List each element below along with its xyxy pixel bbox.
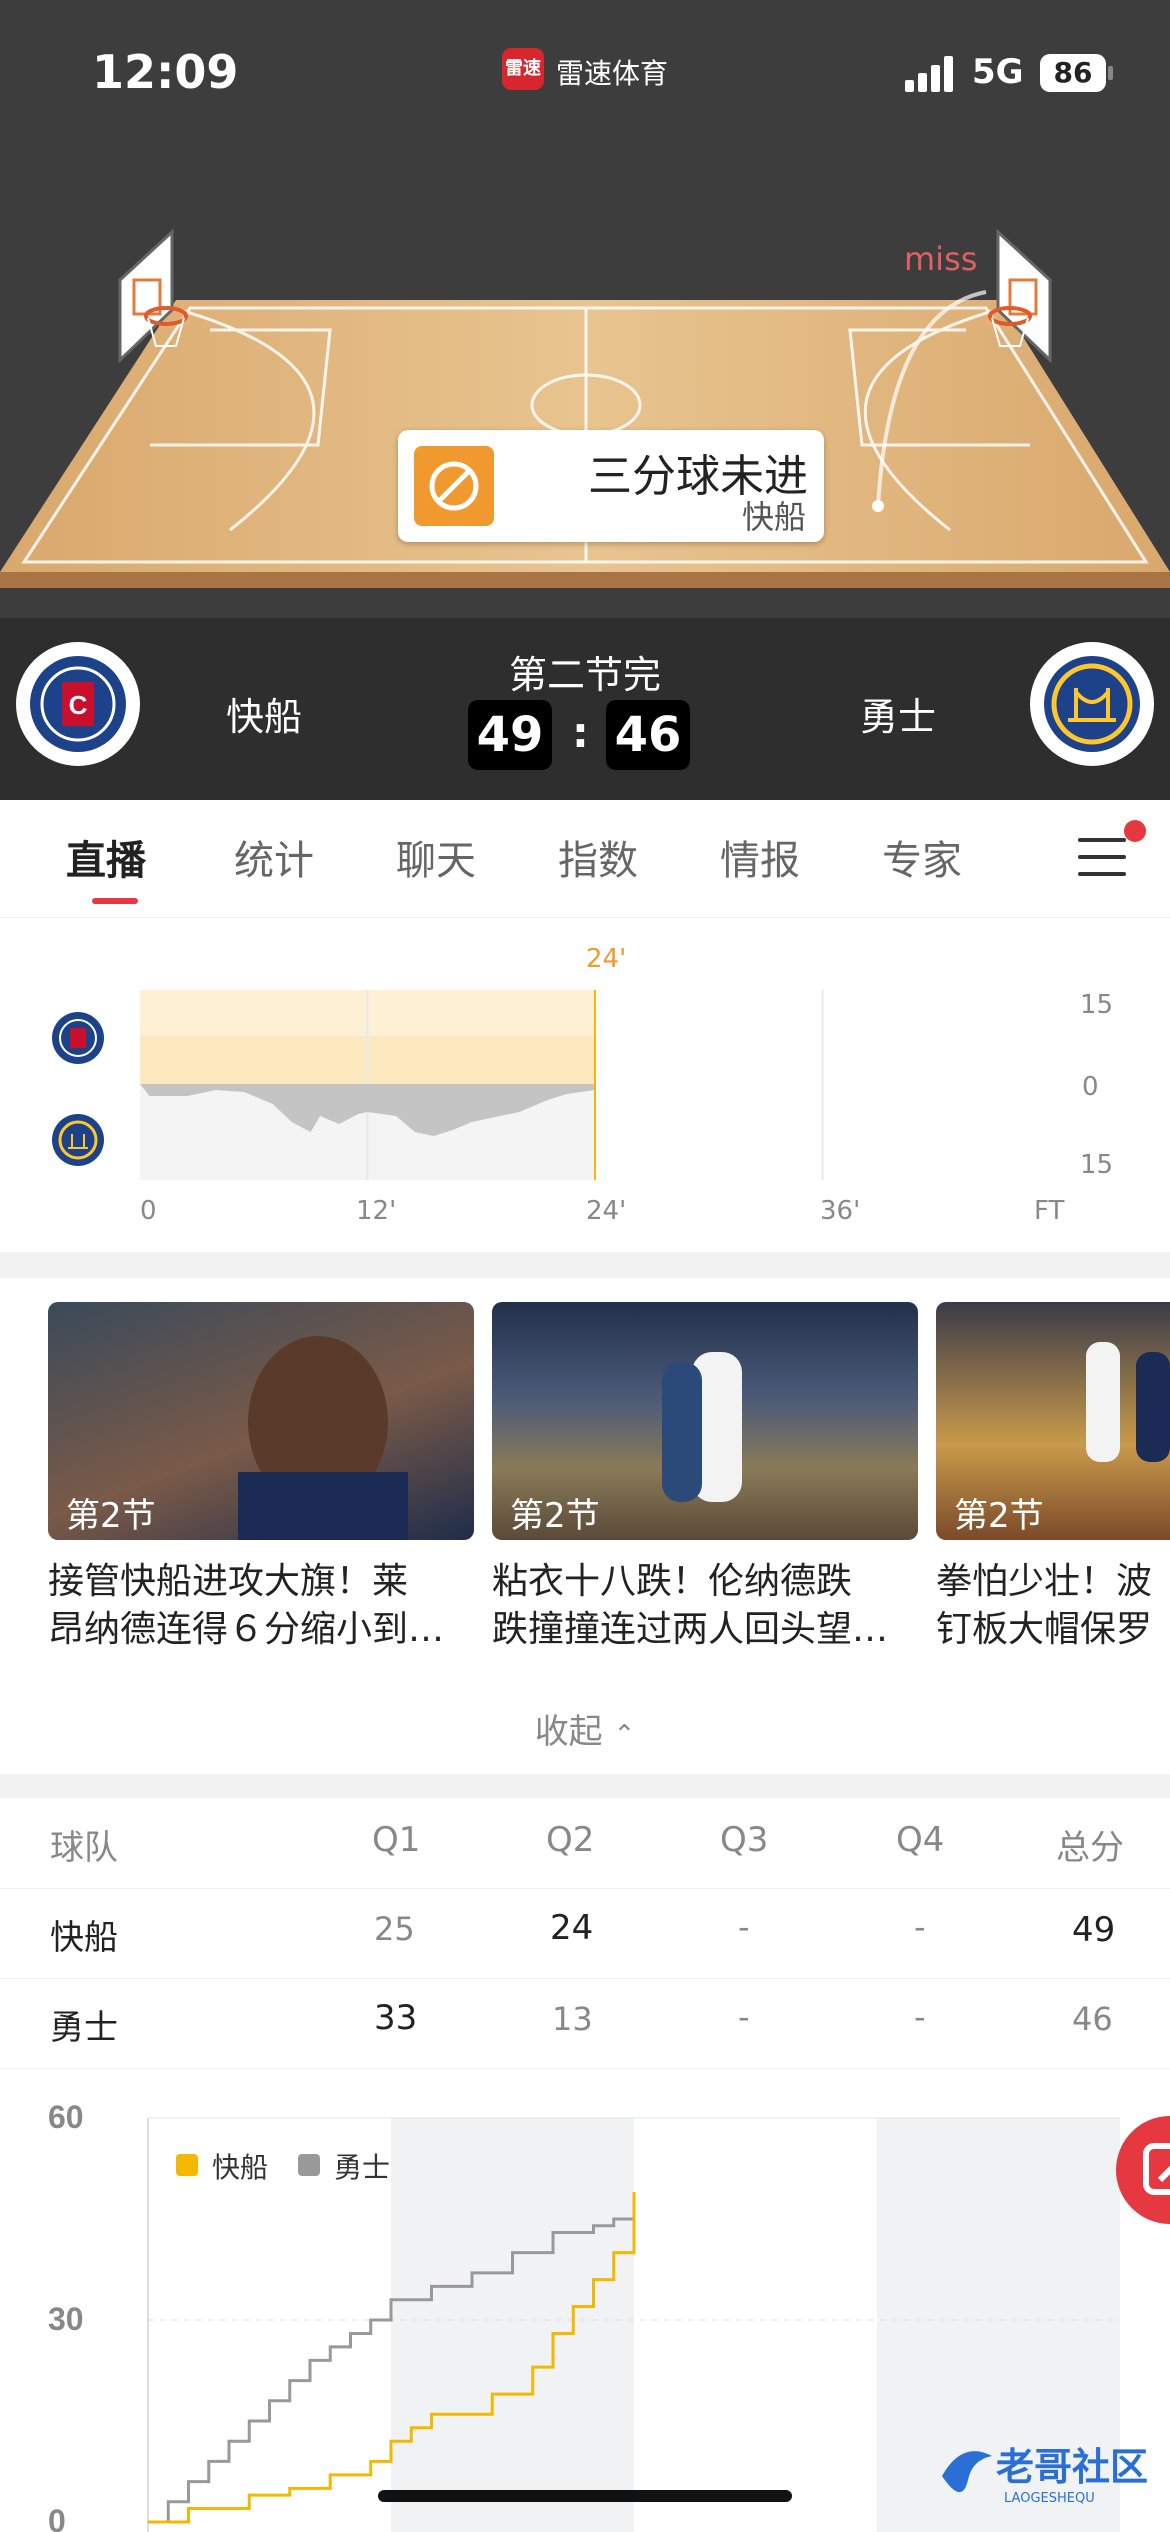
box-cell: 46 xyxy=(1072,2000,1113,2038)
collapse-label: 收起 xyxy=(534,1712,603,1752)
box-cell: 24 xyxy=(550,1908,594,1948)
tab-5[interactable]: 专家 xyxy=(882,828,962,886)
status-time: 12:09 xyxy=(92,45,239,99)
app-badge-icon: 雷速 xyxy=(502,48,544,90)
watermark-logo: 老哥社区 LAOGESHEQU xyxy=(932,2436,1164,2510)
box-cell: - xyxy=(914,1998,926,2036)
play-team: 快船 xyxy=(741,498,806,536)
row-divider xyxy=(0,2068,1170,2069)
home-indicator[interactable] xyxy=(378,2490,792,2502)
warriors-logo-icon[interactable] xyxy=(1030,642,1154,766)
app-name: 雷速体育 xyxy=(556,57,669,90)
video-thumbnail[interactable]: 第2节 xyxy=(48,1302,474,1540)
momentum-x-tick: 24' xyxy=(586,1196,627,1226)
y-tick-label: 60 xyxy=(48,2099,84,2135)
battery-tip xyxy=(1108,66,1113,80)
box-cell: 33 xyxy=(374,1998,418,2038)
tab-4[interactable]: 情报 xyxy=(720,828,800,886)
box-cell: - xyxy=(738,1908,750,1946)
box-header-q2: Q2 xyxy=(546,1820,595,1860)
box-header-q4: Q4 xyxy=(896,1820,945,1860)
momentum-x-tick: 0 xyxy=(140,1196,157,1226)
momentum-x-tick: 12' xyxy=(356,1196,397,1226)
momentum-current-marker: 24' xyxy=(586,944,627,974)
quarter-shade-q2 xyxy=(391,2118,634,2532)
edit-button[interactable] xyxy=(1116,2116,1170,2224)
box-cell: - xyxy=(738,1998,750,2036)
row-divider xyxy=(0,1978,1170,1979)
clippers-mini-logo-icon xyxy=(50,1010,106,1066)
battery-icon: 86 xyxy=(1040,54,1106,92)
box-header-team: 球队 xyxy=(50,1828,118,1868)
signal-icon xyxy=(905,56,957,92)
row-divider xyxy=(0,1888,1170,1889)
period-status: 第二节完 xyxy=(508,653,661,697)
box-row-team: 勇士 xyxy=(50,2008,118,2048)
momentum-chart xyxy=(140,990,824,1180)
video-title[interactable]: 拳怕少壮！波 钉板大帽保罗 xyxy=(936,1558,1170,1654)
app-root: 12:09 雷速 雷速体育 5G 86 miss 三分球未进 快船 C 快船 第… xyxy=(0,0,1170,2532)
momentum-y-tick: 15 xyxy=(1080,1150,1114,1180)
box-header-q1: Q1 xyxy=(372,1820,421,1860)
svg-text:老哥社区: 老哥社区 xyxy=(996,2445,1148,2489)
miss-label: miss xyxy=(904,240,978,278)
collapse-button[interactable]: 收起 ⌃ xyxy=(0,1704,1170,1753)
section-divider xyxy=(0,1774,1170,1798)
video-quarter-tag: 第2节 xyxy=(510,1496,600,1536)
y-tick-label: 0 xyxy=(48,2503,66,2532)
play-event-card: 三分球未进 快船 xyxy=(398,430,824,542)
chevron-up-icon: ⌃ xyxy=(613,1720,636,1750)
video-quarter-tag: 第2节 xyxy=(954,1496,1044,1536)
status-bar: 12:09 雷速 雷速体育 5G 86 xyxy=(0,0,1170,140)
box-cell: - xyxy=(914,1908,926,1946)
network-type: 5G xyxy=(972,52,1024,92)
video-title[interactable]: 粘衣十八跌！伦纳德跌 跌撞撞连过两人回头望… xyxy=(492,1558,922,1654)
home-score: 49 xyxy=(468,700,552,770)
warriors-mini-logo-icon xyxy=(50,1112,106,1168)
box-cell: 13 xyxy=(552,2000,593,2038)
video-carousel: 第2节 接管快船进攻大旗！莱 昂纳德连得６分缩小到… 第2节 粘衣十八跌！伦纳德… xyxy=(0,1302,1170,1662)
video-quarter-tag: 第2节 xyxy=(66,1496,156,1536)
svg-text:LAOGESHEQU: LAOGESHEQU xyxy=(1004,2491,1095,2506)
tab-2[interactable]: 聊天 xyxy=(396,828,476,886)
section-divider xyxy=(0,1252,1170,1278)
momentum-y-tick: 0 xyxy=(1082,1072,1099,1102)
away-score: 46 xyxy=(606,700,690,770)
tab-1[interactable]: 统计 xyxy=(234,828,314,886)
notification-dot xyxy=(1124,820,1146,842)
away-team-name[interactable]: 勇士 xyxy=(860,686,936,741)
box-header-q3: Q3 xyxy=(720,1820,769,1860)
score-separator: : xyxy=(572,708,589,757)
tab-3[interactable]: 指数 xyxy=(558,828,638,886)
momentum-x-tick: 36' xyxy=(820,1196,861,1226)
menu-icon[interactable] xyxy=(1078,836,1126,878)
momentum-y-tick: 15 xyxy=(1080,990,1114,1020)
box-cell: 25 xyxy=(374,1910,415,1948)
legend-label: 快船 xyxy=(212,2151,269,2184)
missed-shot-icon xyxy=(414,446,494,526)
box-row-team: 快船 xyxy=(50,1918,118,1958)
video-thumbnail[interactable]: 第2节 xyxy=(936,1302,1170,1540)
active-tab-indicator xyxy=(92,898,138,904)
legend-swatch xyxy=(176,2154,198,2176)
momentum-x-tick: FT xyxy=(1034,1196,1065,1226)
box-cell: 49 xyxy=(1072,1910,1116,1950)
legend-swatch xyxy=(298,2154,320,2176)
y-tick-label: 30 xyxy=(48,2301,84,2337)
box-header-total: 总分 xyxy=(1056,1828,1124,1868)
legend-label: 勇士 xyxy=(334,2151,391,2184)
tab-0[interactable]: 直播 xyxy=(66,828,146,886)
video-title[interactable]: 接管快船进攻大旗！莱 昂纳德连得６分缩小到… xyxy=(48,1558,478,1654)
video-thumbnail[interactable]: 第2节 xyxy=(492,1302,918,1540)
